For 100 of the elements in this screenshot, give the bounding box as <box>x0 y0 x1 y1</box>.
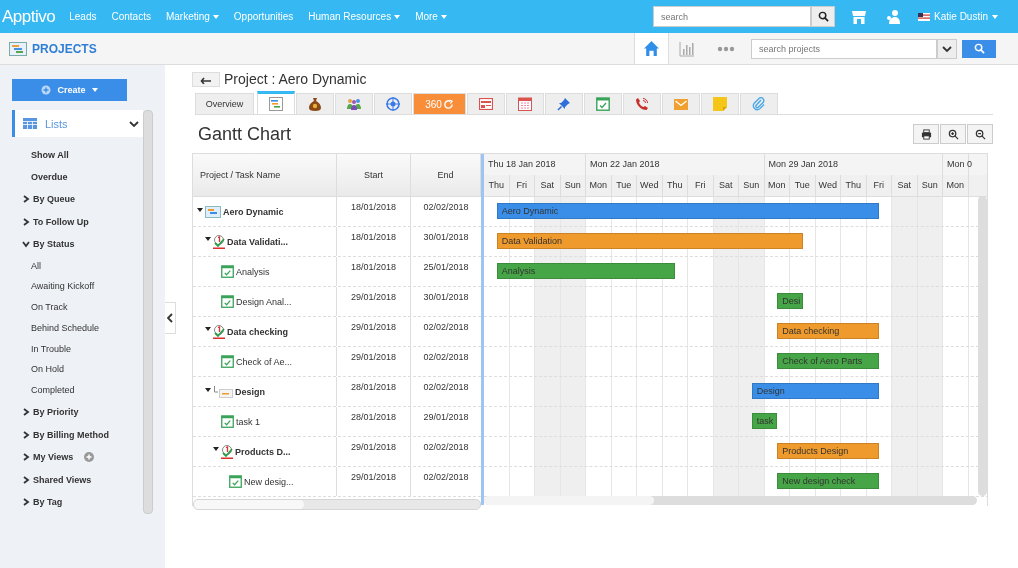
caret-icon[interactable] <box>212 14 219 19</box>
gantt-bar[interactable]: Desi <box>777 293 803 309</box>
search-projects-field[interactable]: search projects <box>751 38 937 59</box>
table-icon <box>23 118 37 129</box>
add-icon[interactable] <box>84 452 95 463</box>
gantt-tab[interactable] <box>257 91 295 114</box>
end-date: 02/02/2018 <box>423 442 469 452</box>
start-date: 29/01/2018 <box>350 322 396 332</box>
scrollbar[interactable] <box>143 110 153 514</box>
scrollbar[interactable] <box>193 499 481 510</box>
tab[interactable]: Overview <box>195 93 254 114</box>
search-button[interactable] <box>811 6 836 27</box>
start-date: 28/01/2018 <box>350 412 396 422</box>
sidebar-item[interactable]: Behind Schedule <box>31 317 143 339</box>
back-button[interactable] <box>192 72 220 87</box>
task-name[interactable]: Data Validati... <box>227 236 289 247</box>
gantt-bar[interactable]: Data Validation <box>496 233 803 249</box>
chevron-icon[interactable] <box>22 240 30 249</box>
day-header: Mon <box>586 175 612 196</box>
sidebar-group[interactable]: By Priority <box>33 407 79 418</box>
sheet-tab[interactable] <box>467 93 505 114</box>
task-name[interactable]: Data checking <box>227 326 289 337</box>
task-name[interactable]: Check of Ae... <box>236 356 293 367</box>
end-date: 02/02/2018 <box>423 202 469 212</box>
task-name[interactable]: New desig... <box>244 476 294 487</box>
gantt-bar[interactable]: Aero Dynamic <box>496 203 880 219</box>
sidebar-group[interactable]: Shared Views <box>33 474 92 485</box>
scrollbar[interactable] <box>978 196 987 496</box>
scrollbar[interactable] <box>484 496 977 505</box>
expand-caret-icon[interactable] <box>197 207 203 212</box>
sidebar-item[interactable]: Show All <box>31 144 143 166</box>
chevron-icon[interactable] <box>22 453 30 462</box>
print-button[interactable] <box>913 124 939 144</box>
home-button[interactable] <box>634 33 669 64</box>
task-name[interactable]: task 1 <box>236 416 260 427</box>
sidebar-item[interactable]: Awaiting Kickoff <box>31 276 143 298</box>
bar-chart-icon[interactable] <box>679 40 695 57</box>
start-date: 18/01/2018 <box>350 202 396 212</box>
money-tab[interactable] <box>296 93 334 114</box>
sidebar-group[interactable]: By Billing Method <box>33 429 109 440</box>
gantt-bar[interactable]: Products Design <box>777 443 880 459</box>
gantt-bar[interactable]: Data checking <box>777 323 880 339</box>
chevron-icon[interactable] <box>22 195 30 204</box>
start-date: 28/01/2018 <box>350 382 396 392</box>
pin-tab[interactable] <box>545 93 583 114</box>
sidebar-group[interactable]: My Views <box>33 452 74 463</box>
sidebar-group[interactable]: By Tag <box>33 497 63 508</box>
search-icon <box>973 43 985 54</box>
gantt-bar[interactable]: Analysis <box>496 263 676 279</box>
gantt-bar[interactable]: task <box>751 413 778 429</box>
task-name[interactable]: Analysis <box>236 266 270 277</box>
search-field[interactable]: search <box>653 6 812 27</box>
zoom-in-button[interactable] <box>940 124 966 144</box>
chevron-icon[interactable] <box>22 430 30 439</box>
expand-caret-icon[interactable] <box>205 236 211 241</box>
task-name[interactable]: Design Anal... <box>236 296 292 307</box>
task-name[interactable]: Design <box>235 386 265 397</box>
sidebar-group[interactable]: To Follow Up <box>33 216 89 227</box>
chevron-icon[interactable] <box>22 217 30 226</box>
task-name[interactable]: Aero Dynamic <box>223 206 284 217</box>
end-date: 29/01/2018 <box>423 412 469 422</box>
zoom-out-button[interactable] <box>967 124 993 144</box>
chevron-icon[interactable] <box>22 408 30 417</box>
chevron-icon[interactable] <box>22 498 30 507</box>
phone-tab[interactable] <box>623 93 661 114</box>
mail-icon <box>674 98 688 110</box>
target-tab[interactable] <box>374 93 412 114</box>
caret-icon[interactable] <box>394 14 401 19</box>
task-name[interactable]: Products D... <box>235 446 291 457</box>
clip-tab[interactable] <box>740 93 778 114</box>
calendar-tab[interactable] <box>506 93 544 114</box>
sidebar-item[interactable]: On Track <box>31 297 143 318</box>
caret-icon[interactable] <box>440 14 447 19</box>
store-icon[interactable] <box>851 8 868 25</box>
sidebar-item[interactable]: All <box>31 255 143 277</box>
milestone-icon <box>213 234 225 249</box>
sidebar-group[interactable]: By Queue <box>33 194 75 205</box>
caret-icon[interactable] <box>992 14 998 19</box>
sidebar-item[interactable]: Overdue <box>31 166 143 188</box>
expand-caret-icon[interactable] <box>205 326 211 331</box>
gantt-bar[interactable]: Design <box>751 383 880 399</box>
sidebar-item[interactable]: Completed <box>31 380 143 402</box>
people-tab[interactable] <box>335 93 373 114</box>
sidebar-item[interactable]: In Trouble <box>31 338 143 360</box>
chevron-icon[interactable] <box>22 475 30 484</box>
more-icon[interactable] <box>717 45 735 52</box>
week-header: Mon 22 Jan 2018 <box>590 159 660 169</box>
form-icon <box>479 98 493 110</box>
expand-caret-icon[interactable] <box>213 446 219 451</box>
task-tab[interactable] <box>584 93 622 114</box>
gantt-bar[interactable]: Check of Aero Parts <box>777 353 880 369</box>
day-header: Sun <box>560 175 586 196</box>
user-icon[interactable] <box>885 8 902 25</box>
column-header: Project / Task Name <box>193 154 337 196</box>
gantt-bar[interactable]: New design check <box>777 473 880 489</box>
dropdown-button[interactable] <box>937 38 957 59</box>
expand-caret-icon[interactable] <box>205 387 211 392</box>
sidebar-group[interactable]: By Status <box>33 239 75 250</box>
collapse-handle[interactable] <box>165 302 176 334</box>
sidebar-item[interactable]: On Hold <box>31 359 143 381</box>
